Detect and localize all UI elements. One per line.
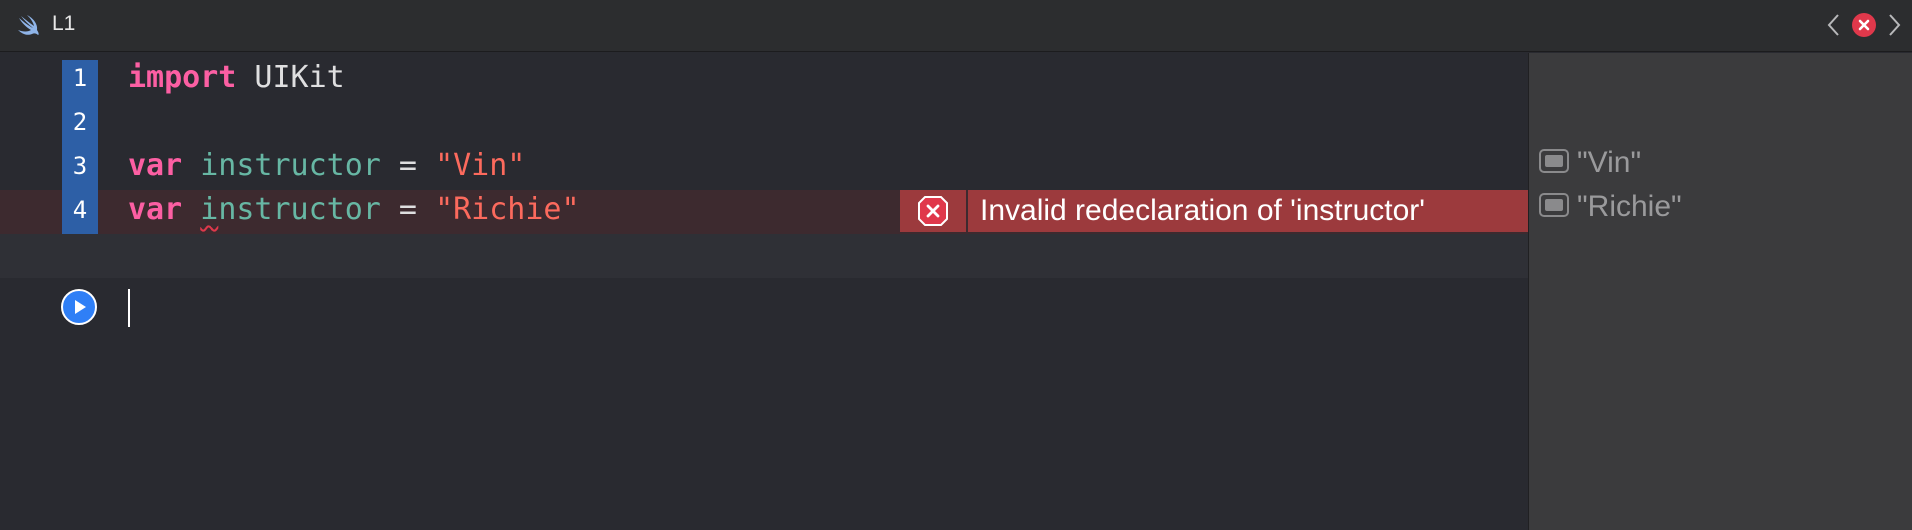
line-number-3[interactable]: 3 [62, 144, 98, 188]
operator: = [380, 148, 436, 183]
operator: = [380, 192, 436, 227]
identifier-error-start: i [200, 192, 219, 227]
result-value-line-4[interactable]: "Richie" [1539, 187, 1682, 227]
keyword: import [128, 60, 237, 95]
code-text-line-4[interactable]: var instructor = "Richie" [128, 188, 580, 232]
code-text-line-1[interactable]: import UIKit [128, 56, 345, 100]
code-line-5-current[interactable] [0, 234, 1528, 278]
result-text: "Vin" [1577, 146, 1642, 179]
module-name: UIKit [236, 60, 345, 95]
close-icon [1858, 19, 1870, 31]
swift-icon [18, 15, 39, 35]
tab-title[interactable]: L1 [52, 12, 75, 36]
line-number-4[interactable]: 4 [62, 188, 98, 232]
results-sidebar: "Vin" "Richie" [1528, 53, 1912, 530]
result-text: "Richie" [1577, 190, 1682, 223]
keyword: var [128, 148, 183, 183]
play-icon [75, 300, 86, 314]
code-line-2[interactable] [0, 104, 1528, 148]
keyword: var [128, 192, 183, 227]
string-literal: "Richie" [435, 192, 580, 227]
identifier: instructor [200, 148, 381, 183]
title-bar: L1 [0, 0, 1912, 52]
line-number-2[interactable]: 2 [62, 100, 98, 144]
identifier: nstructor [218, 192, 381, 227]
quick-look-icon[interactable] [1539, 193, 1569, 218]
string-literal: "Vin" [435, 148, 526, 183]
run-line-button[interactable] [61, 289, 97, 325]
result-value-line-3[interactable]: "Vin" [1539, 143, 1641, 183]
text-cursor [128, 289, 130, 327]
line-number-1[interactable]: 1 [62, 56, 98, 100]
code-text-line-3[interactable]: var instructor = "Vin" [128, 144, 525, 188]
code-editor[interactable]: 1 2 3 4 import UIKit var instructor = "V… [0, 53, 1528, 530]
chevron-right-icon[interactable] [1884, 12, 1904, 38]
error-message[interactable]: Invalid redeclaration of 'instructor' [968, 190, 1528, 232]
error-badge-icon[interactable] [1852, 13, 1876, 37]
error-icon [918, 196, 948, 226]
chevron-left-icon[interactable] [1824, 12, 1844, 38]
error-indicator[interactable] [900, 190, 966, 232]
quick-look-icon[interactable] [1539, 149, 1569, 174]
